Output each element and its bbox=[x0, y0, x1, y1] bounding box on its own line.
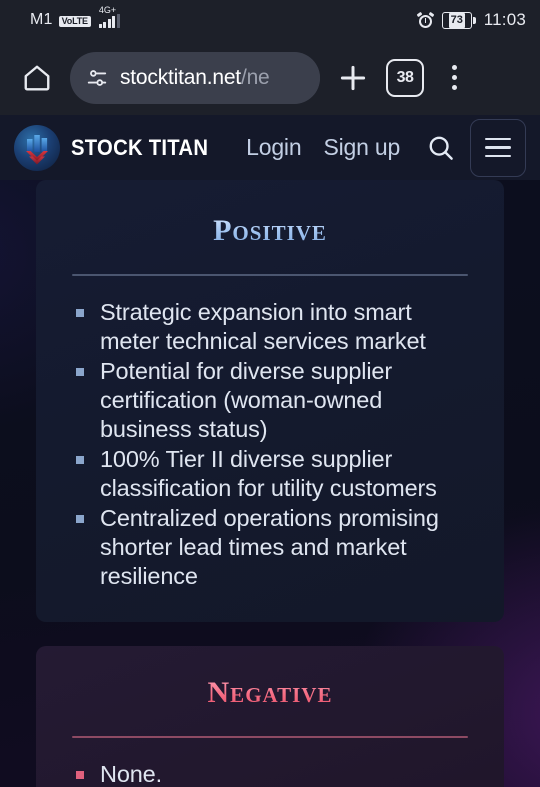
site-header: STOCK TITAN Login Sign up bbox=[0, 115, 540, 180]
more-vertical-icon bbox=[451, 65, 457, 70]
plus-icon bbox=[340, 65, 366, 90]
status-bar-right: 73 11:03 bbox=[416, 10, 526, 30]
hamburger-menu-button[interactable] bbox=[470, 118, 526, 177]
list-item: 100% Tier II diverse supplier classifica… bbox=[72, 445, 468, 503]
tab-count-label: 38 bbox=[396, 68, 414, 86]
screen: M1 VoLTE 4G+ 73 11:03 stocktitan.net/ne … bbox=[0, 0, 540, 787]
negative-title: Negative bbox=[72, 676, 468, 710]
search-icon bbox=[429, 136, 453, 160]
url-bar[interactable]: stocktitan.net/ne bbox=[70, 51, 320, 104]
stock-titan-logo-icon bbox=[14, 124, 60, 171]
list-item: Strategic expansion into smart meter tec… bbox=[72, 298, 468, 356]
new-tab-button[interactable] bbox=[330, 55, 376, 101]
status-bar-left: M1 VoLTE 4G+ bbox=[14, 6, 120, 28]
brand-home-link[interactable]: STOCK TITAN bbox=[14, 124, 220, 171]
browser-menu-button[interactable] bbox=[434, 55, 474, 101]
carrier-label: M1 bbox=[30, 11, 53, 28]
tab-switcher-button[interactable]: 38 bbox=[386, 58, 424, 97]
url-host: stocktitan.net bbox=[120, 65, 241, 89]
positive-title: Positive bbox=[72, 214, 468, 248]
url-text: stocktitan.net/ne bbox=[120, 66, 270, 90]
login-link[interactable]: Login bbox=[246, 134, 301, 161]
clock-label: 11:03 bbox=[483, 10, 526, 29]
search-button[interactable] bbox=[422, 129, 460, 167]
page-settings-icon bbox=[87, 69, 107, 86]
positive-card: Positive Strategic expansion into smart … bbox=[36, 180, 504, 622]
alarm-clock-icon bbox=[416, 11, 435, 29]
signal-bars-glyph bbox=[98, 14, 120, 28]
home-icon bbox=[24, 65, 50, 90]
positive-divider bbox=[72, 274, 468, 276]
negative-card: Negative None. bbox=[36, 646, 504, 787]
battery-indicator: 73 bbox=[441, 11, 476, 29]
status-bar: M1 VoLTE 4G+ 73 11:03 bbox=[0, 0, 540, 40]
url-path: /ne bbox=[240, 65, 270, 89]
brand-name: STOCK TITAN bbox=[71, 134, 209, 160]
negative-divider bbox=[72, 736, 468, 738]
volte-badge: VoLTE bbox=[58, 15, 91, 27]
list-item: Centralized operations promising shorter… bbox=[72, 504, 468, 591]
hamburger-menu-icon bbox=[485, 137, 511, 141]
battery-percent: 73 bbox=[448, 12, 465, 28]
signal-bars-icon: 4G+ bbox=[97, 6, 120, 28]
header-nav: Login Sign up bbox=[246, 134, 422, 161]
browser-toolbar: stocktitan.net/ne 38 bbox=[0, 40, 540, 115]
negative-points-list: None. bbox=[72, 760, 468, 787]
home-button[interactable] bbox=[14, 55, 60, 101]
signup-link[interactable]: Sign up bbox=[323, 134, 400, 161]
network-type-label: 4G+ bbox=[98, 5, 117, 15]
positive-points-list: Strategic expansion into smart meter tec… bbox=[72, 298, 468, 591]
logo-glyph bbox=[26, 134, 48, 164]
list-item: None. bbox=[72, 760, 468, 787]
page-content: Positive Strategic expansion into smart … bbox=[0, 180, 540, 787]
list-item: Potential for diverse supplier certifica… bbox=[72, 357, 468, 444]
